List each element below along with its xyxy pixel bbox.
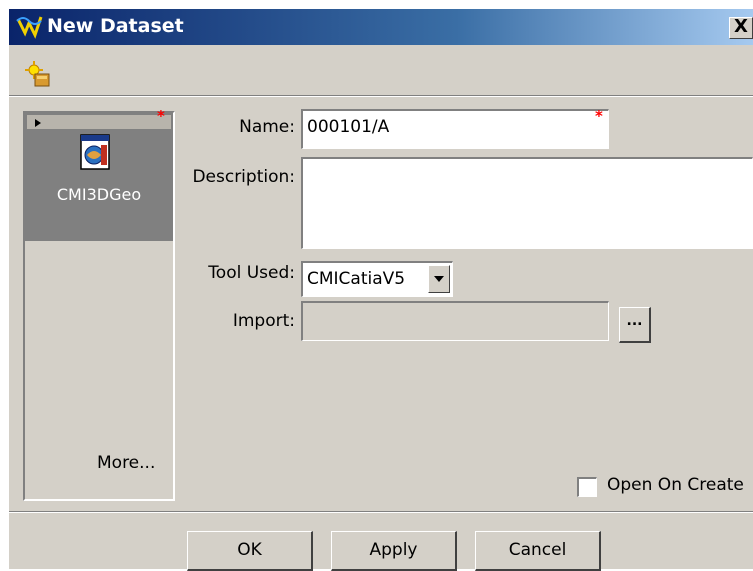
new-dataset-dialog: New Dataset X * CMI3DGeo More... Name: 0… [8,8,753,571]
open-on-create-checkbox[interactable] [577,477,597,497]
open-on-create-label[interactable]: Open On Create [607,475,744,495]
description-field[interactable] [301,157,753,249]
import-label: Import: [232,311,295,331]
button-bar-separator [9,511,753,513]
tool-used-value: CMICatiaV5 [307,269,406,289]
tool-used-select[interactable]: CMICatiaV5 [301,261,453,297]
app-icon [16,16,43,39]
dataset-type-panel: * CMI3DGeo More... [23,107,175,501]
expand-arrow-icon[interactable] [35,119,41,127]
name-required-marker: * [595,107,603,125]
new-wizard-icon[interactable] [23,59,53,89]
tool-used-label: Tool Used: [208,263,295,283]
tool-used-dropdown-button[interactable] [428,265,450,293]
cancel-button[interactable]: Cancel [475,531,601,571]
chevron-down-icon [434,276,444,282]
window-title: New Dataset [47,15,184,37]
description-label: Description: [192,167,295,187]
name-label: Name: [239,117,295,137]
dataset-type-item[interactable]: * CMI3DGeo [25,107,173,241]
more-types-link[interactable]: More... [97,453,155,473]
required-marker: * [157,107,165,125]
cmi3dgeo-dataset-icon [80,134,110,170]
browse-button[interactable]: ... [619,307,651,343]
name-field[interactable]: 000101/A [301,109,609,149]
toolbar-separator [9,95,753,97]
title-bar[interactable]: New Dataset X [9,9,753,45]
import-field[interactable] [301,301,609,341]
apply-button[interactable]: Apply [331,531,457,571]
ok-button[interactable]: OK [187,531,313,571]
dataset-type-label: CMI3DGeo [56,185,142,204]
close-button[interactable]: X [729,17,753,39]
ellipsis-icon: ... [626,313,643,329]
type-item-header [27,115,171,129]
